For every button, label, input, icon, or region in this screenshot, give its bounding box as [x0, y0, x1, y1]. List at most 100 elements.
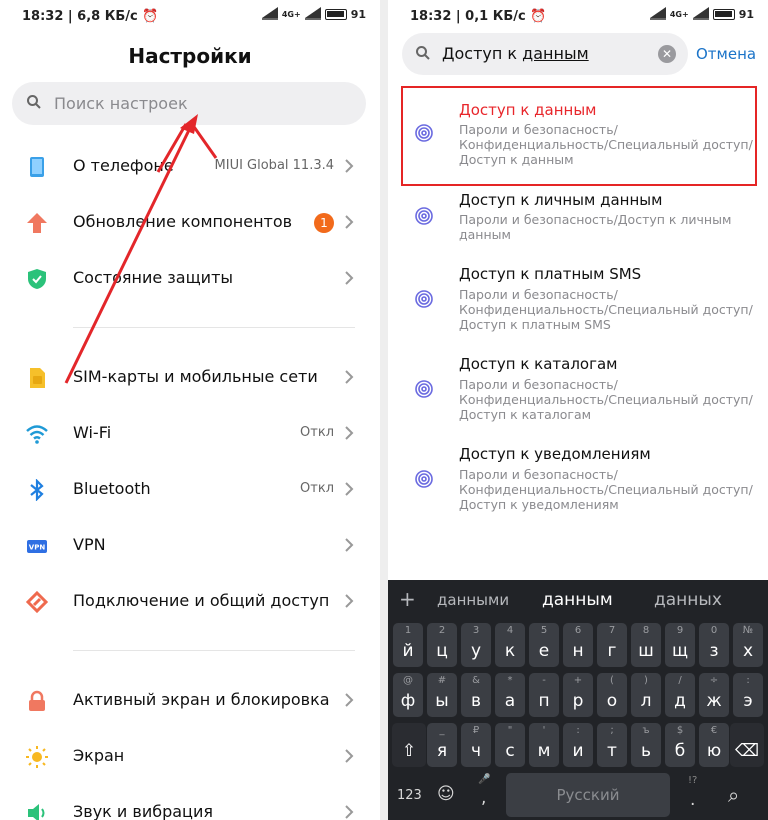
key[interactable]: :э: [733, 673, 763, 717]
emoji-icon[interactable]: ☺: [437, 784, 455, 804]
settings-item-sound[interactable]: Звук и вибрация: [0, 785, 380, 820]
key-hint: ": [507, 725, 513, 736]
search-result-item[interactable]: Доступ к уведомлениям Пароли и безопасно…: [388, 442, 768, 522]
key[interactable]: 1й: [393, 623, 423, 667]
status-time: 18:32 | 6,8 КБ/с ⏰: [22, 9, 159, 24]
settings-item-about-phone[interactable]: О телефоне MIUI Global 11.3.4: [0, 139, 380, 195]
key-label: в: [470, 691, 482, 711]
search-result-item[interactable]: Доступ к каталогам Пароли и безопасность…: [388, 352, 768, 432]
key-hint: *: [507, 675, 513, 686]
signal-icon-2: [304, 7, 321, 20]
search-input[interactable]: Доступ к данным ✕: [402, 33, 688, 75]
settings-item-component-update[interactable]: Обновление компонентов 1: [0, 195, 380, 251]
key[interactable]: € ю: [699, 723, 729, 767]
key-hint: 2: [438, 625, 446, 636]
key[interactable]: _ я: [427, 723, 457, 767]
suggestion-item[interactable]: данными: [437, 591, 509, 609]
update-arrow-icon: [27, 213, 47, 233]
numbers-key[interactable]: 123: [397, 788, 422, 803]
settings-item-vpn[interactable]: VPN VPN: [0, 518, 380, 574]
key[interactable]: ' м: [529, 723, 559, 767]
key-hint: 5: [540, 625, 548, 636]
key[interactable]: 0з: [699, 623, 729, 667]
key[interactable]: & в: [461, 673, 491, 717]
suggestion-bar: + данными данным данных: [388, 580, 768, 620]
settings-item-connection-sharing[interactable]: Подключение и общий доступ: [0, 574, 380, 630]
signal-icon: [649, 7, 666, 20]
keyboard-plus-button[interactable]: +: [399, 587, 416, 611]
key-label: ю: [706, 741, 722, 761]
key[interactable]: 9щ: [665, 623, 695, 667]
settings-item-lock-screen[interactable]: Активный экран и блокировка: [0, 673, 380, 729]
comma-key[interactable]: ,: [481, 788, 486, 808]
key-label: д: [674, 691, 686, 711]
network-type: 4G+: [281, 10, 301, 19]
key[interactable]: :и: [563, 723, 593, 767]
key[interactable]: ₽ ч: [461, 723, 491, 767]
backspace-icon: ⌫: [734, 741, 760, 761]
key[interactable]: * а: [495, 673, 525, 717]
key[interactable]: $ б: [665, 723, 695, 767]
fingerprint-icon: [415, 380, 433, 398]
key-hint: №: [742, 625, 754, 636]
key[interactable]: " с: [495, 723, 525, 767]
period-key[interactable]: .: [690, 790, 695, 810]
settings-item-protection-status[interactable]: Состояние защиты: [0, 251, 380, 307]
search-result-item[interactable]: Доступ к личным данным Пароли и безопасн…: [388, 186, 768, 248]
suggestion-item[interactable]: данных: [654, 590, 722, 610]
key-label: н: [572, 641, 584, 661]
key[interactable]: 2ц: [427, 623, 457, 667]
search-result-item[interactable]: Доступ к платным SMS Пароли и безопаснос…: [388, 262, 768, 342]
space-key[interactable]: Русский: [506, 773, 670, 817]
search-icon: [416, 46, 430, 60]
item-label: Звук и вибрация: [73, 802, 213, 820]
key[interactable]: # ы: [427, 673, 457, 717]
sun-icon: [26, 746, 48, 768]
key-label: м: [537, 741, 551, 761]
status-icons: 4G+ 91: [649, 7, 754, 21]
key-hint: $: [676, 725, 684, 736]
cancel-button[interactable]: Отмена: [696, 45, 756, 63]
key[interactable]: 3у: [461, 623, 491, 667]
mic-icon[interactable]: 🎤: [478, 774, 490, 785]
fingerprint-icon: [415, 470, 433, 488]
suggestion-item[interactable]: данным: [542, 590, 613, 610]
search-query-underlined: данным: [522, 44, 589, 63]
key[interactable]: 4к: [495, 623, 525, 667]
key[interactable]: ) л: [631, 673, 661, 717]
key[interactable]: @ ф: [393, 673, 423, 717]
key-hint: &: [472, 675, 480, 686]
key[interactable]: ; т: [597, 723, 627, 767]
key[interactable]: (о: [597, 673, 627, 717]
settings-item-sim[interactable]: SIM-карты и мобильные сети: [0, 350, 380, 406]
key[interactable]: 8ш: [631, 623, 661, 667]
key[interactable]: ъь: [631, 723, 661, 767]
fingerprint-icon: [415, 290, 433, 308]
key[interactable]: + р: [563, 673, 593, 717]
key[interactable]: ÷ ж: [699, 673, 729, 717]
search-bar[interactable]: Поиск настроек: [12, 82, 366, 125]
settings-item-bluetooth[interactable]: Bluetooth Откл: [0, 462, 380, 518]
key-label: щ: [671, 641, 688, 661]
search-icon[interactable]: ⌕: [728, 783, 739, 807]
key-hint: ₽: [472, 725, 480, 736]
key[interactable]: 7г: [597, 623, 627, 667]
settings-item-display[interactable]: Экран: [0, 729, 380, 785]
vpn-icon-text: VPN: [29, 544, 46, 552]
key-hint: +: [573, 675, 583, 686]
key-hint: 0: [710, 625, 718, 636]
key[interactable]: 6н: [563, 623, 593, 667]
clear-icon[interactable]: ✕: [658, 45, 676, 63]
shift-key[interactable]: ⇧: [392, 723, 426, 767]
key[interactable]: / д: [665, 673, 695, 717]
settings-item-wifi[interactable]: Wi-Fi Откл: [0, 406, 380, 462]
key[interactable]: 5е: [529, 623, 559, 667]
key-label: ж: [706, 691, 722, 711]
key[interactable]: № х: [733, 623, 763, 667]
key[interactable]: -п: [529, 673, 559, 717]
signal-icon-2: [692, 7, 709, 20]
chevron-right-icon: [345, 159, 354, 173]
backspace-key[interactable]: ⌫: [730, 723, 764, 767]
sim-icon: [30, 368, 45, 388]
key-label: ф: [400, 691, 416, 711]
